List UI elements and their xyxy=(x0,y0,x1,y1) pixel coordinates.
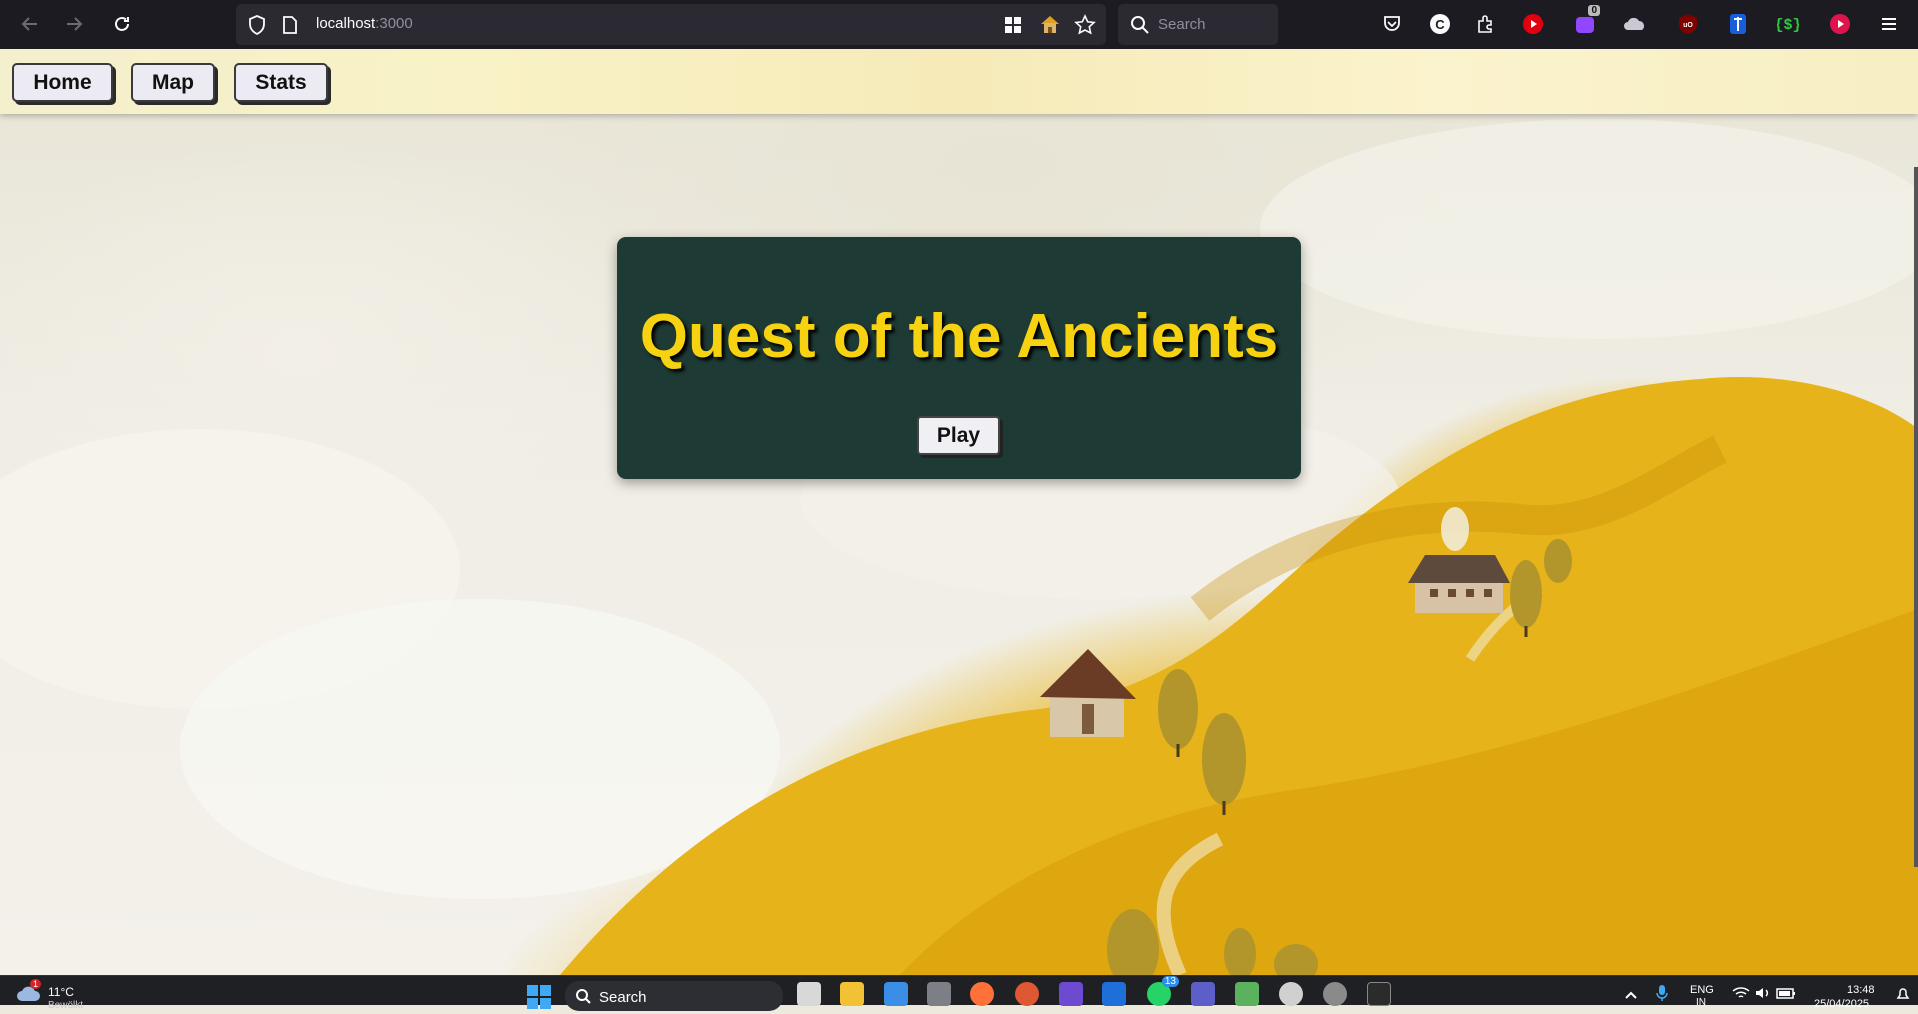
task-view-icon[interactable] xyxy=(797,982,821,1006)
firefox-icon[interactable] xyxy=(970,982,994,1006)
windows-taskbar: 1 11°C Bewölkt Search 13 ENG IN 13:48 25 xyxy=(0,975,1918,1011)
proton-icon[interactable] xyxy=(1059,982,1083,1006)
wifi-icon[interactable] xyxy=(1732,986,1750,1005)
youtube-icon[interactable] xyxy=(1520,11,1546,37)
file-explorer-icon[interactable] xyxy=(840,982,864,1006)
url-port: :3000 xyxy=(375,15,413,32)
page-icon xyxy=(282,15,298,40)
unreal-icon[interactable] xyxy=(1279,982,1303,1006)
ublock-icon[interactable]: uO xyxy=(1675,11,1701,37)
app-icon[interactable] xyxy=(927,982,951,1006)
url-text[interactable]: localhost:3000 xyxy=(316,15,413,32)
battery-icon[interactable] xyxy=(1776,986,1796,1005)
taskbar-search-label: Search xyxy=(599,989,647,1006)
home-icon[interactable] xyxy=(1039,14,1061,39)
landscape-illustration xyxy=(0,119,1918,975)
game-nav-bar: Home Map Stats xyxy=(0,49,1918,114)
grid-icon[interactable] xyxy=(1004,16,1022,39)
steam-icon[interactable] xyxy=(1323,982,1347,1006)
notification-bell-icon[interactable] xyxy=(1896,986,1910,1007)
weather-description: Bewölkt xyxy=(48,1000,84,1011)
search-placeholder: Search xyxy=(1158,16,1206,33)
nav-home-button[interactable]: Home xyxy=(12,63,113,102)
search-icon xyxy=(1130,15,1150,40)
cloud-extension-icon[interactable] xyxy=(1622,11,1648,37)
taskbar-search-icon xyxy=(575,988,591,1009)
shield-icon[interactable] xyxy=(248,15,266,40)
extension-c-icon[interactable]: C xyxy=(1427,11,1453,37)
volume-icon[interactable] xyxy=(1754,986,1772,1005)
game-title: Quest of the Ancients xyxy=(639,302,1279,371)
language-indicator[interactable]: ENG xyxy=(1690,984,1714,996)
duckduckgo-icon[interactable] xyxy=(1015,982,1039,1006)
video-extension-icon[interactable] xyxy=(1827,11,1853,37)
weather-badge: 1 xyxy=(30,979,42,989)
url-host: localhost xyxy=(316,15,376,32)
browser-search-box[interactable]: Search xyxy=(1118,4,1278,45)
teams-icon[interactable] xyxy=(1191,982,1215,1006)
terminal-icon[interactable] xyxy=(1367,982,1391,1006)
bitwarden-icon[interactable] xyxy=(1725,11,1751,37)
reload-icon[interactable] xyxy=(108,10,136,38)
twitch-extension-icon[interactable]: 0 xyxy=(1572,5,1600,37)
json-extension-icon[interactable]: {$} xyxy=(1775,11,1801,37)
nav-map-button[interactable]: Map xyxy=(131,63,215,102)
chevron-up-icon[interactable] xyxy=(1624,987,1638,1005)
extensions-puzzle-icon[interactable] xyxy=(1472,11,1498,37)
extension-badge: 0 xyxy=(1588,5,1600,16)
browser-toolbar: localhost:3000 Search C 0 uO $ xyxy=(0,0,1918,49)
page-scrollbar[interactable] xyxy=(1914,167,1918,867)
game-page: Home Map Stats Quest of the Ancients Pla… xyxy=(0,49,1918,975)
notepad-icon[interactable] xyxy=(1235,982,1259,1006)
bookmark-star-icon[interactable] xyxy=(1074,14,1096,41)
clock-time[interactable]: 13:48 xyxy=(1847,984,1875,996)
windows-start-icon[interactable] xyxy=(527,985,551,1014)
svg-text:uO: uO xyxy=(1683,22,1693,29)
microphone-icon[interactable] xyxy=(1656,984,1668,1007)
whatsapp-icon[interactable]: 13 xyxy=(1147,976,1179,1006)
url-bar[interactable]: localhost:3000 xyxy=(236,4,1106,45)
store-icon[interactable] xyxy=(884,982,908,1006)
svg-text:C: C xyxy=(1435,17,1445,32)
weather-temperature: 11°C xyxy=(48,985,74,999)
title-card: Quest of the Ancients Play xyxy=(617,237,1301,479)
forward-icon[interactable] xyxy=(60,10,88,38)
taskbar-search-box[interactable]: Search xyxy=(565,981,783,1011)
play-button[interactable]: Play xyxy=(917,416,1000,455)
language-region: IN xyxy=(1696,997,1706,1008)
menu-icon[interactable] xyxy=(1876,11,1902,37)
clock-date: 25/04/2025 xyxy=(1814,998,1870,1010)
weather-icon[interactable]: 1 xyxy=(16,979,42,1008)
pocket-icon[interactable] xyxy=(1379,11,1405,37)
whatsapp-badge: 13 xyxy=(1161,976,1179,987)
vscode-icon[interactable] xyxy=(1102,982,1126,1006)
nav-stats-button[interactable]: Stats xyxy=(234,63,328,102)
svg-text:{$}: {$} xyxy=(1777,17,1799,34)
house-small xyxy=(1040,649,1136,737)
back-icon[interactable] xyxy=(16,10,44,38)
